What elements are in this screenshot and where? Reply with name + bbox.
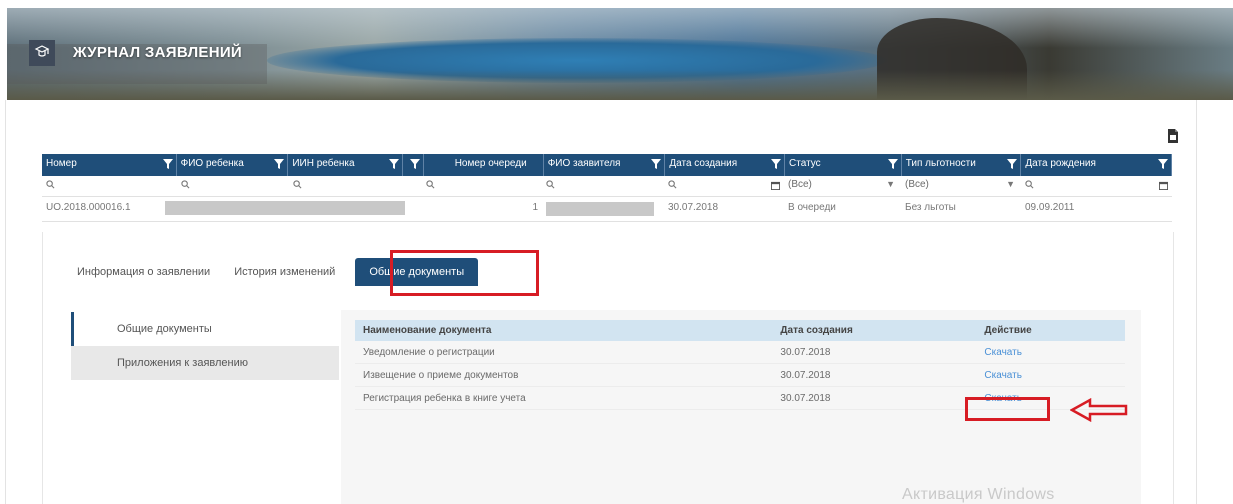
filter-funnel-icon[interactable] <box>1157 159 1168 169</box>
applications-grid: Номер ФИО ребенка ИИН ребенка Номер очер… <box>42 154 1172 222</box>
document-date: 30.07.2018 <box>772 341 977 364</box>
filter-created[interactable] <box>664 176 784 196</box>
tab-highlight-box <box>390 250 539 296</box>
tab-change-history[interactable]: История изменений <box>222 258 347 286</box>
cell-queue-number: 1 <box>532 202 538 213</box>
table-row[interactable]: UO.2018.000016.1 1 30.07.2018 В очереди … <box>42 197 1172 222</box>
side-nav: Общие документы Приложения к заявлению <box>71 312 339 380</box>
download-highlight-box <box>965 397 1050 421</box>
calendar-icon[interactable] <box>771 181 780 190</box>
cell-created: 30.07.2018 <box>668 202 719 213</box>
column-header-number[interactable]: Номер <box>42 154 177 176</box>
column-header-applicant-name[interactable]: ФИО заявителя <box>544 154 666 176</box>
filter-queue-number[interactable] <box>422 176 542 196</box>
filter-number[interactable] <box>42 176 177 196</box>
column-header-label: Тип льготности <box>905 158 976 169</box>
cell-status: В очереди <box>788 202 836 213</box>
column-header-label: ФИО заявителя <box>547 158 621 169</box>
filter-funnel-icon[interactable] <box>771 159 782 169</box>
column-header-birth-date[interactable]: Дата рождения <box>1021 154 1172 176</box>
content-right-border <box>1196 100 1197 504</box>
document-name: Уведомление о регистрации <box>355 341 773 364</box>
filter-child-iin[interactable] <box>289 176 404 196</box>
column-header-label: Дата рождения <box>1025 158 1096 169</box>
filter-funnel-icon[interactable] <box>162 159 173 169</box>
download-link[interactable]: Скачать <box>976 363 1125 387</box>
chevron-down-icon[interactable]: ▼ <box>1006 179 1015 189</box>
cell-number: UO.2018.000016.1 <box>46 202 131 213</box>
search-icon <box>46 180 55 189</box>
column-header-empty[interactable] <box>403 154 425 176</box>
calendar-icon[interactable] <box>1159 181 1168 190</box>
header-banner: ЖУРНАЛ ЗАЯВЛЕНИЙ <box>7 8 1233 100</box>
column-header-status[interactable]: Статус <box>785 154 902 176</box>
column-header-label: Статус <box>789 158 821 169</box>
search-icon <box>181 180 190 189</box>
details-panel: Информация о заявлении История изменений… <box>42 232 1174 504</box>
arrow-left-icon <box>1070 398 1128 422</box>
table-row: Уведомление о регистрации 30.07.2018 Ска… <box>355 341 1125 364</box>
column-header-label: Номер <box>46 158 77 169</box>
column-header-child-name[interactable]: ФИО ребенка <box>177 154 289 176</box>
filter-funnel-icon[interactable] <box>274 159 285 169</box>
grid-header: Номер ФИО ребенка ИИН ребенка Номер очер… <box>42 154 1172 176</box>
cell-empty <box>404 197 422 221</box>
tab-application-info[interactable]: Информация о заявлении <box>65 258 222 286</box>
filter-status-value: (Все) <box>788 179 812 190</box>
column-header-benefit-type[interactable]: Тип льготности <box>902 154 1022 176</box>
page-title: ЖУРНАЛ ЗАЯВЛЕНИЙ <box>73 44 243 61</box>
column-header-label: Дата создания <box>669 158 738 169</box>
filter-funnel-icon[interactable] <box>1007 159 1018 169</box>
cell-child-name <box>165 197 405 221</box>
column-header-label: ФИО ребенка <box>180 158 244 169</box>
table-row: Извещение о приеме документов 30.07.2018… <box>355 363 1125 387</box>
filter-birth-date[interactable] <box>1021 176 1172 196</box>
documents-header-row: Наименование документа Дата создания Дей… <box>355 320 1125 341</box>
grid-filter-row: (Все) ▼ (Все) ▼ <box>42 176 1172 197</box>
export-icon[interactable] <box>1166 128 1180 144</box>
column-header-label: ИИН ребенка <box>292 158 355 169</box>
filter-status[interactable]: (Все) ▼ <box>784 176 901 196</box>
download-link[interactable]: Скачать <box>976 341 1125 364</box>
search-icon <box>293 180 302 189</box>
cell-applicant-name <box>542 197 664 221</box>
windows-activation-watermark: Активация Windows <box>902 486 1055 503</box>
filter-funnel-icon[interactable] <box>410 159 421 169</box>
sidenav-item-attachments[interactable]: Приложения к заявлению <box>71 346 339 380</box>
header-created-date: Дата создания <box>772 320 977 341</box>
header-document-name: Наименование документа <box>355 320 773 341</box>
column-header-label: Номер очереди <box>454 158 527 169</box>
filter-benefit-value: (Все) <box>905 179 929 190</box>
filter-funnel-icon[interactable] <box>651 159 662 169</box>
column-header-child-iin[interactable]: ИИН ребенка <box>288 154 404 176</box>
column-header-queue-number[interactable]: Номер очереди <box>424 154 544 176</box>
chevron-down-icon[interactable]: ▼ <box>886 179 895 189</box>
cell-child-iin <box>289 197 404 221</box>
filter-applicant-name[interactable] <box>542 176 664 196</box>
search-icon <box>546 180 555 189</box>
filter-empty <box>404 176 422 196</box>
filter-benefit-type[interactable]: (Все) ▼ <box>901 176 1021 196</box>
cell-benefit-type: Без льготы <box>905 202 956 213</box>
document-date: 30.07.2018 <box>772 386 977 410</box>
cell-birth-date: 09.09.2011 <box>1025 202 1075 213</box>
header-action: Действие <box>976 320 1125 341</box>
content-left-border <box>5 100 6 504</box>
filter-funnel-icon[interactable] <box>389 159 400 169</box>
filter-child-name[interactable] <box>177 176 289 196</box>
document-name: Регистрация ребенка в книге учета <box>355 386 773 410</box>
document-date: 30.07.2018 <box>772 363 977 387</box>
filter-funnel-icon[interactable] <box>887 159 898 169</box>
sidenav-item-common-documents[interactable]: Общие документы <box>71 312 339 346</box>
redacted-block <box>546 202 654 216</box>
app-logo-icon[interactable] <box>29 40 55 66</box>
column-header-created[interactable]: Дата создания <box>665 154 786 176</box>
document-name: Извещение о приеме документов <box>355 363 773 387</box>
search-icon <box>426 180 435 189</box>
search-icon <box>668 180 677 189</box>
search-icon <box>1025 180 1034 189</box>
